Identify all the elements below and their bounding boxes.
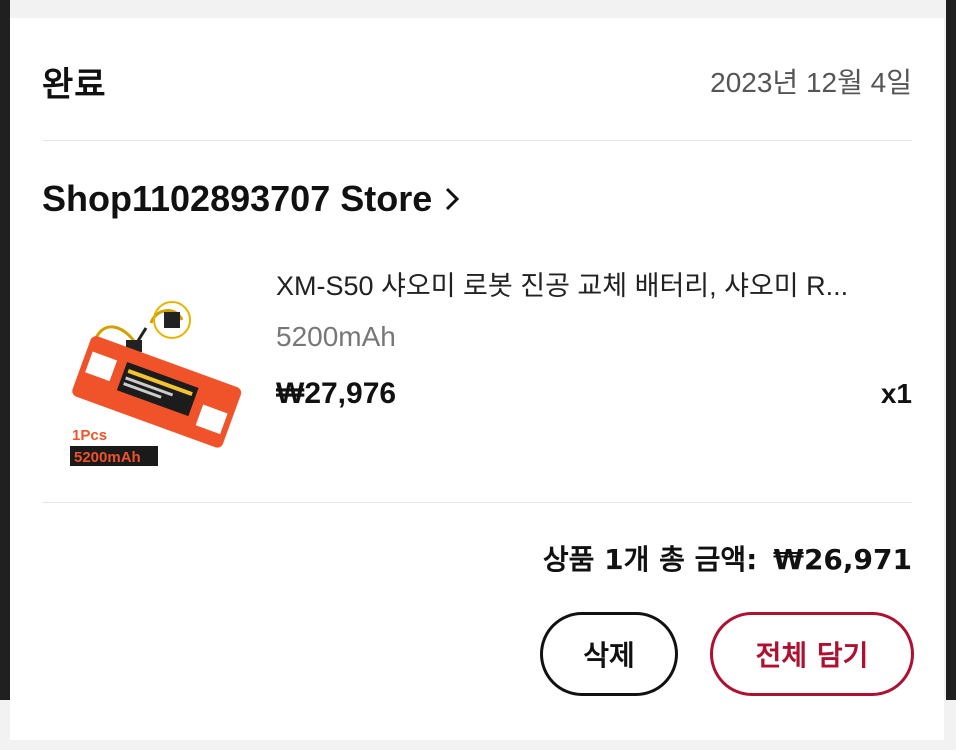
badge-pcs: 1Pcs (72, 427, 107, 444)
left-screen-edge (0, 0, 10, 700)
delete-button[interactable]: 삭제 (540, 612, 678, 696)
add-all-to-cart-button[interactable]: 전체 담기 (710, 612, 914, 696)
badge-capacity: 5200mAh (74, 449, 141, 466)
product-image[interactable]: 1Pcs 5200mAh (56, 288, 246, 478)
total-amount: ₩26,971 (773, 543, 912, 576)
divider (42, 502, 912, 503)
order-date: 2023년 12월 4일 (710, 67, 912, 98)
price-row: ₩27,976 x1 (276, 377, 912, 411)
total-label: 상품 1개 총 금액: (542, 543, 758, 576)
top-background-strip (0, 0, 956, 18)
order-card: 완료 2023년 12월 4일 Shop1102893707 Store 1Pc… (10, 18, 944, 740)
chevron-right-icon (446, 187, 460, 211)
product-info[interactable]: XM-S50 샤오미 로봇 진공 교체 배터리, 샤오미 R... 5200mA… (276, 264, 916, 411)
order-status-row: 완료 2023년 12월 4일 (42, 56, 912, 106)
product-variant: 5200mAh (276, 321, 396, 352)
bottom-background-strip (0, 740, 956, 750)
right-screen-edge (946, 0, 956, 700)
divider (42, 140, 912, 141)
product-price: ₩27,976 (276, 377, 397, 410)
store-link[interactable]: Shop1102893707 Store (42, 178, 462, 220)
order-total: 상품 1개 총 금액: ₩26,971 (543, 538, 912, 578)
product-quantity: x1 (880, 378, 912, 409)
product-title: XM-S50 샤오미 로봇 진공 교체 배터리, 샤오미 R... (276, 271, 849, 301)
order-status: 완료 (42, 64, 107, 105)
store-name: Shop1102893707 Store (42, 178, 433, 219)
